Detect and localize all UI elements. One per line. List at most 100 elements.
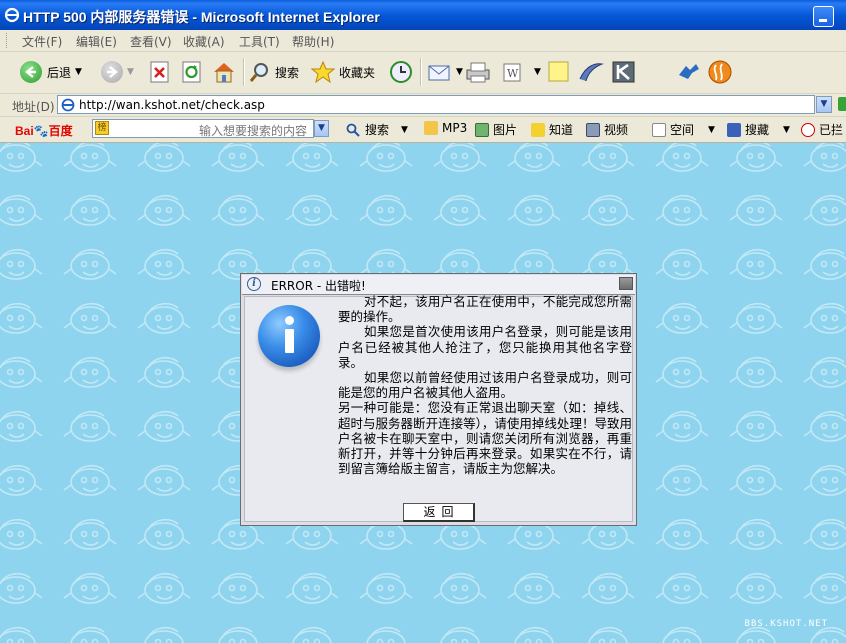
music-icon <box>424 121 438 135</box>
note-button[interactable] <box>548 59 570 85</box>
printer-icon <box>466 62 490 83</box>
edit-word-button[interactable]: W ▼ <box>502 59 541 85</box>
menu-file[interactable]: 文件(F) <box>22 33 62 50</box>
history-button[interactable] <box>389 59 413 85</box>
back-dropdown-icon[interactable]: ▼ <box>75 67 82 77</box>
mp3-label: MP3 <box>442 121 468 135</box>
window-title: HTTP 500 内部服务器错误 - Microsoft Internet Ex… <box>23 9 380 25</box>
back-button[interactable]: 后退 ▼ <box>20 59 82 85</box>
message-paragraph-3: 如果您以前曾经使用过该用户名登录成功，则可能是您的用户名被其他人盗用。 <box>338 370 632 401</box>
images-button[interactable]: 图片 <box>475 121 517 138</box>
menu-bar: 文件(F) 编辑(E) 查看(V) 收藏(A) 工具(T) 帮助(H) <box>0 30 846 52</box>
ie-logo-icon <box>4 7 20 23</box>
search-button[interactable]: 搜索 <box>249 59 299 85</box>
minimize-button[interactable] <box>813 6 834 27</box>
baidu-search-menu-icon[interactable]: ▼ <box>401 125 408 135</box>
word-icon: W <box>503 63 521 82</box>
forward-dropdown-icon[interactable]: ▼ <box>127 67 134 77</box>
menu-edit[interactable]: 编辑(E) <box>76 33 117 50</box>
go-button[interactable] <box>838 97 846 111</box>
zhidao-icon <box>531 122 545 137</box>
mail-icon <box>428 65 450 81</box>
dialog-message: 对不起，该用户名正在使用中，不能完成您所需要的操作。 如果您是首次使用该用户名登… <box>338 294 632 476</box>
message-paragraph-4: 另一种可能是：您没有正常退出聊天室（如：掉线、超时与服务器断开连接等），请使用掉… <box>338 400 632 477</box>
pin-icon[interactable]: 榜 <box>95 121 109 135</box>
baidu-search-label: 搜索 <box>365 123 390 137</box>
refresh-button[interactable] <box>182 59 202 85</box>
mp3-button[interactable]: MP3 <box>424 121 467 135</box>
dialog-title: ERROR - 出错啦! <box>271 279 366 293</box>
refresh-icon <box>182 61 201 83</box>
mail-dropdown-icon[interactable]: ▼ <box>456 67 463 77</box>
page-content: i ERROR - 出错啦! 对不起，该用户名正在使用中，不能完成您所需要的操作… <box>0 143 846 643</box>
forward-arrow-icon <box>101 61 123 83</box>
star-icon <box>311 61 335 83</box>
popup-blocked-button[interactable]: 已拦 <box>801 121 843 138</box>
favorites-button[interactable]: 收藏夹 <box>311 59 375 85</box>
images-label: 图片 <box>493 123 518 137</box>
zhidao-label: 知道 <box>549 123 574 137</box>
magnifier-icon <box>346 123 360 137</box>
menu-favorites[interactable]: 收藏(A) <box>183 33 225 50</box>
k-button[interactable] <box>612 59 636 85</box>
baidu-search-input[interactable]: 榜 输入想要搜索的内容 <box>92 119 314 138</box>
address-label: 地址(D) <box>12 100 55 114</box>
print-button[interactable] <box>465 59 491 85</box>
menu-grip[interactable] <box>6 33 10 48</box>
back-label: 后退 <box>47 65 72 80</box>
stop-button[interactable] <box>150 59 170 85</box>
edit-dropdown-icon[interactable]: ▼ <box>534 67 541 77</box>
back-button[interactable]: 返回 <box>403 503 475 522</box>
window-title-bar[interactable]: HTTP 500 内部服务器错误 - Microsoft Internet Ex… <box>0 0 846 30</box>
dialog-title-bar: i ERROR - 出错啦! <box>242 275 635 295</box>
space-dropdown-icon[interactable]: ▼ <box>708 125 715 135</box>
k-icon <box>612 61 635 83</box>
message-paragraph-1: 对不起，该用户名正在使用中，不能完成您所需要的操作。 <box>338 294 632 325</box>
souzang-dropdown-icon[interactable]: ▼ <box>783 125 790 135</box>
stop-icon <box>150 61 169 83</box>
space-button[interactable]: 空间 ▼ <box>652 121 715 138</box>
flashget-icon <box>708 60 732 84</box>
flashget-button[interactable] <box>708 59 732 85</box>
souzang-label: 搜藏 <box>745 123 770 137</box>
search-label: 搜索 <box>275 65 300 80</box>
baidu-search-dropdown-icon[interactable]: ▼ <box>314 120 329 137</box>
menu-help[interactable]: 帮助(H) <box>292 33 334 50</box>
address-dropdown-icon[interactable]: ▼ <box>816 96 832 113</box>
menu-view[interactable]: 查看(V) <box>130 33 172 50</box>
video-icon <box>586 122 600 137</box>
history-icon <box>390 61 412 83</box>
souzang-icon <box>727 122 741 137</box>
baidu-search-button[interactable]: 搜索 ▼ <box>346 121 408 138</box>
messenger-button[interactable] <box>578 59 604 85</box>
zhidao-button[interactable]: 知道 <box>531 121 573 138</box>
address-url: http://wan.kshot.net/check.asp <box>79 98 265 112</box>
error-dialog: i ERROR - 出错啦! 对不起，该用户名正在使用中，不能完成您所需要的操作… <box>240 273 637 526</box>
svg-text:W: W <box>507 67 519 80</box>
home-button[interactable] <box>212 59 236 85</box>
address-bar: 地址(D) http://wan.kshot.net/check.asp ▼ <box>0 94 846 117</box>
dialog-maximize-icon[interactable] <box>619 277 633 290</box>
mail-button[interactable]: ▼ <box>428 59 463 85</box>
video-button[interactable]: 视频 <box>586 121 628 138</box>
baidu-search-placeholder: 输入想要搜索的内容 <box>198 124 307 138</box>
popup-blocked-label: 已拦 <box>819 123 844 137</box>
messenger-icon <box>579 63 604 82</box>
forward-button[interactable]: ▼ <box>101 59 134 85</box>
baidu-logo[interactable]: Bai🐾百度 <box>15 122 73 139</box>
info-small-icon: i <box>247 277 261 291</box>
watermark: BBS.KSHOT.NET <box>744 619 828 629</box>
baidu-toolbar: Bai🐾百度 榜 输入想要搜索的内容 ▼ 搜索 ▼ MP3 图片 知道 视频 空… <box>0 117 846 143</box>
thunder-button[interactable] <box>676 59 702 85</box>
favorites-label: 收藏夹 <box>339 65 376 80</box>
address-input[interactable]: http://wan.kshot.net/check.asp <box>57 95 815 114</box>
menu-tools[interactable]: 工具(T) <box>239 33 280 50</box>
image-icon <box>475 122 489 137</box>
dialog-body: 对不起，该用户名正在使用中，不能完成您所需要的操作。 如果您是首次使用该用户名登… <box>244 294 633 522</box>
message-paragraph-2: 如果您是首次使用该用户名登录，则可能是该用户名已经被其他人抢注了，您只能换用其他… <box>338 324 632 370</box>
block-icon <box>801 122 815 137</box>
standard-toolbar: 后退 ▼ ▼ 搜索 收藏夹 ▼ W ▼ <box>0 52 846 94</box>
information-icon <box>258 305 320 367</box>
souzang-button[interactable]: 搜藏 ▼ <box>727 121 790 138</box>
space-icon <box>652 122 666 137</box>
